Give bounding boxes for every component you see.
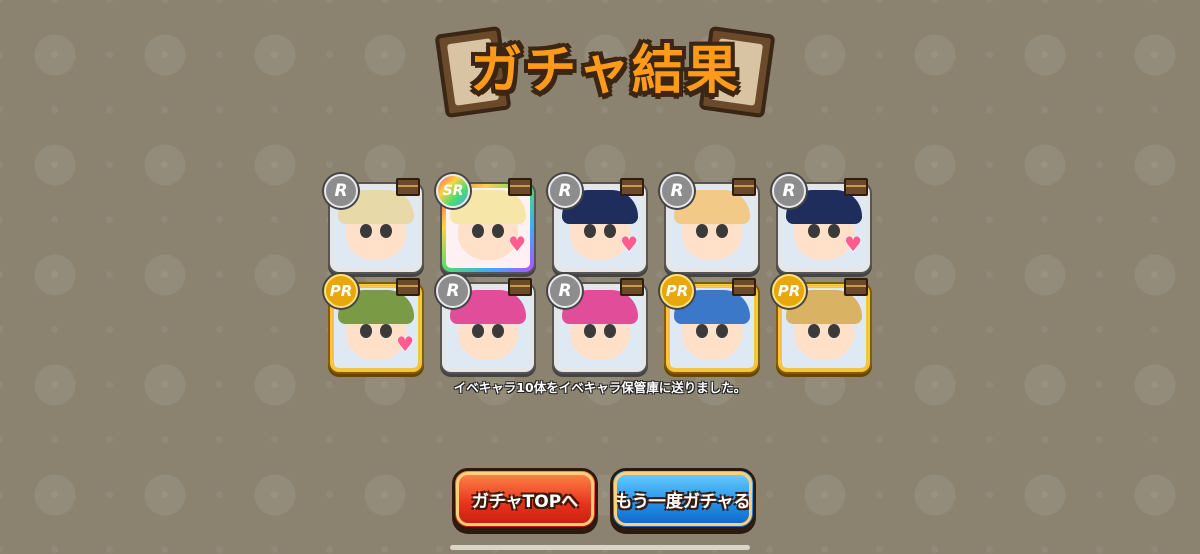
- rarity-badge: R: [436, 274, 470, 308]
- rarity-badge: R: [772, 174, 806, 208]
- storage-chest-icon: [732, 178, 756, 196]
- card-row: R SR ♥ R ♥ R R ♥: [324, 174, 888, 272]
- heart-icon: ♥: [844, 232, 862, 256]
- character-eye: [808, 224, 820, 238]
- rarity-badge: PR: [772, 274, 806, 308]
- character-eye: [472, 224, 484, 238]
- heart-icon: ♥: [620, 232, 638, 256]
- character-card[interactable]: PR: [772, 274, 870, 372]
- storage-chest-icon: [844, 278, 868, 296]
- character-eye: [828, 224, 840, 238]
- storage-chest-icon: [508, 278, 532, 296]
- character-card[interactable]: R: [660, 174, 758, 272]
- storage-chest-icon: [508, 178, 532, 196]
- storage-chest-icon: [732, 278, 756, 296]
- storage-chest-icon: [620, 178, 644, 196]
- heart-icon: ♥: [508, 232, 526, 256]
- character-eye: [696, 224, 708, 238]
- character-eye: [828, 324, 840, 338]
- storage-chest-icon: [620, 278, 644, 296]
- result-grid: R SR ♥ R ♥ R R ♥ PR ♥ R R PR PR: [324, 174, 888, 376]
- rarity-badge: R: [660, 174, 694, 208]
- character-eye: [360, 324, 372, 338]
- character-eye: [380, 224, 392, 238]
- character-eye: [380, 324, 392, 338]
- character-eye: [492, 324, 504, 338]
- rarity-badge: R: [548, 274, 582, 308]
- character-eye: [604, 224, 616, 238]
- storage-chest-icon: [844, 178, 868, 196]
- character-card[interactable]: R: [436, 274, 534, 372]
- character-card[interactable]: R ♥: [548, 174, 646, 272]
- home-indicator[interactable]: [450, 545, 750, 550]
- heart-icon: ♥: [396, 332, 414, 356]
- character-eye: [360, 224, 372, 238]
- character-eye: [808, 324, 820, 338]
- character-eye: [584, 324, 596, 338]
- character-eye: [716, 224, 728, 238]
- character-card[interactable]: R ♥: [772, 174, 870, 272]
- gacha-again-button[interactable]: もう一度ガチャる: [610, 468, 756, 530]
- storage-chest-icon: [396, 178, 420, 196]
- storage-chest-icon: [396, 278, 420, 296]
- result-message: イベキャラ10体をイベキャラ保管庫に送りました。: [453, 380, 747, 395]
- character-card[interactable]: PR: [660, 274, 758, 372]
- character-card[interactable]: PR ♥: [324, 274, 422, 372]
- character-card[interactable]: R: [324, 174, 422, 272]
- character-eye: [584, 224, 596, 238]
- gacha-top-button[interactable]: ガチャTOPへ: [452, 468, 598, 530]
- rarity-badge: SR: [436, 174, 470, 208]
- character-eye: [696, 324, 708, 338]
- rarity-badge: PR: [660, 274, 694, 308]
- character-eye: [604, 324, 616, 338]
- page-title: ガチャ結果: [470, 41, 740, 101]
- title-banner: ガチャ結果: [434, 14, 776, 119]
- rarity-badge: R: [324, 174, 358, 208]
- character-eye: [472, 324, 484, 338]
- rarity-badge: PR: [324, 274, 358, 308]
- character-card[interactable]: R: [548, 274, 646, 372]
- card-row: PR ♥ R R PR PR: [324, 274, 888, 372]
- rarity-badge: R: [548, 174, 582, 208]
- character-eye: [492, 224, 504, 238]
- character-eye: [716, 324, 728, 338]
- character-card[interactable]: SR ♥: [436, 174, 532, 268]
